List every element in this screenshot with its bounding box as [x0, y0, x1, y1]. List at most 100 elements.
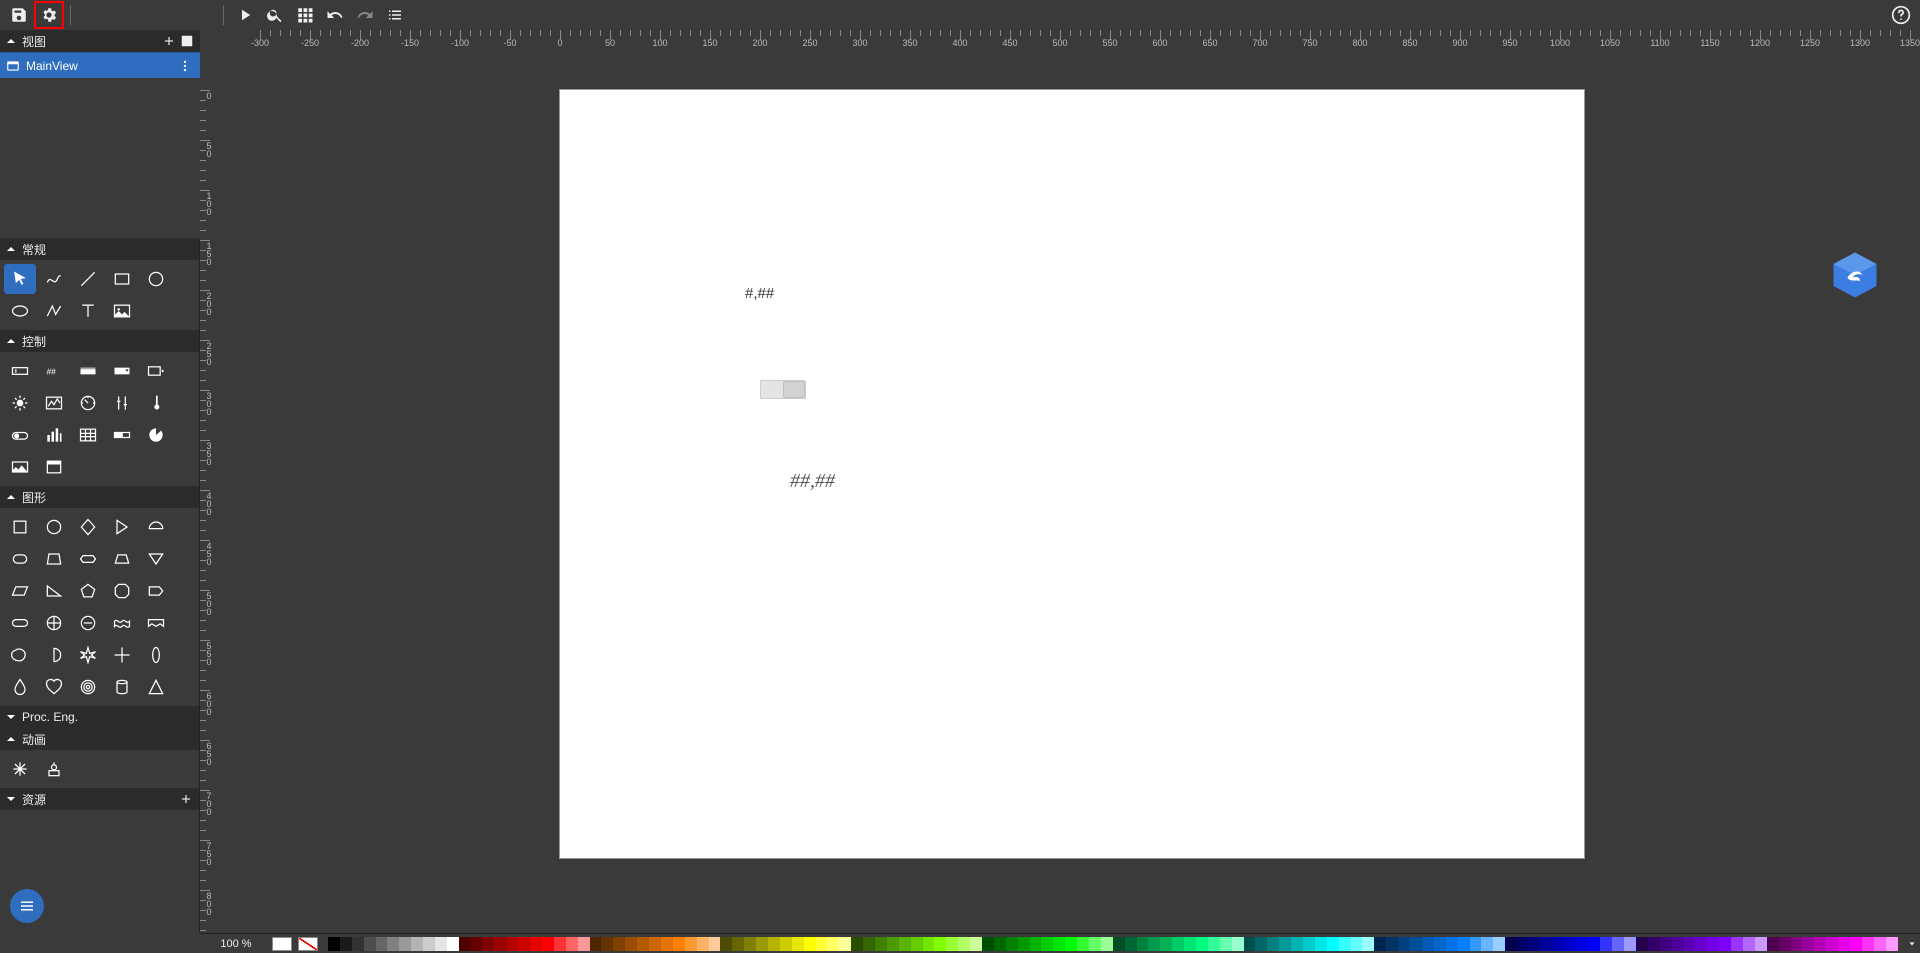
shape-crosshair[interactable]	[38, 608, 70, 638]
color-chip[interactable]	[1172, 937, 1184, 951]
color-chip[interactable]	[816, 937, 828, 951]
run-button[interactable]	[230, 1, 260, 29]
select-tool[interactable]	[140, 356, 172, 386]
color-chip[interactable]	[554, 937, 566, 951]
menu-fab[interactable]	[10, 889, 44, 923]
anim-burst[interactable]	[4, 754, 36, 784]
palette-expand-button[interactable]	[1904, 937, 1920, 951]
view-item-mainview[interactable]: MainView	[0, 52, 200, 78]
trend-tool[interactable]	[38, 388, 70, 418]
color-chip[interactable]	[1160, 937, 1172, 951]
color-chip[interactable]	[590, 937, 602, 951]
color-chip[interactable]	[1695, 937, 1707, 951]
section-general-header[interactable]: 常规	[0, 238, 199, 260]
media-tool[interactable]	[4, 452, 36, 482]
color-chip[interactable]	[1719, 937, 1731, 951]
color-chip[interactable]	[1065, 937, 1077, 951]
color-chip[interactable]	[1517, 937, 1529, 951]
rectangle-tool[interactable]	[106, 264, 138, 294]
dropdown-tool[interactable]	[106, 356, 138, 386]
section-resources-header[interactable]: 资源	[0, 788, 199, 810]
shape-pentagon[interactable]	[72, 576, 104, 606]
color-chip[interactable]	[578, 937, 590, 951]
color-chip[interactable]	[1458, 937, 1470, 951]
shape-circle[interactable]	[38, 512, 70, 542]
color-chip[interactable]	[720, 937, 732, 951]
color-chip[interactable]	[982, 937, 994, 951]
help-button[interactable]	[1886, 1, 1916, 29]
color-chip[interactable]	[1612, 937, 1624, 951]
color-chip[interactable]	[1232, 937, 1244, 951]
color-chip[interactable]	[1850, 937, 1862, 951]
color-chip[interactable]	[1137, 937, 1149, 951]
color-chip[interactable]	[661, 937, 673, 951]
input-tool[interactable]	[4, 356, 36, 386]
color-chip[interactable]	[1291, 937, 1303, 951]
color-chip[interactable]	[1006, 937, 1018, 951]
color-chip[interactable]	[1148, 937, 1160, 951]
color-chip[interactable]	[1874, 937, 1886, 951]
color-chip[interactable]	[459, 937, 471, 951]
button-tool[interactable]	[72, 356, 104, 386]
color-chip[interactable]	[1505, 937, 1517, 951]
undo-button[interactable]	[320, 1, 350, 29]
color-chip[interactable]	[1030, 937, 1042, 951]
color-chip[interactable]	[1018, 937, 1030, 951]
color-chip[interactable]	[1802, 937, 1814, 951]
color-chip[interactable]	[1446, 937, 1458, 951]
color-chip[interactable]	[1041, 937, 1053, 951]
number-tool[interactable]: ##	[38, 356, 70, 386]
barchart-tool[interactable]	[38, 420, 70, 450]
redo-button[interactable]	[350, 1, 380, 29]
color-chip[interactable]	[958, 937, 970, 951]
color-chip[interactable]	[352, 937, 364, 951]
view-menu-button[interactable]	[176, 57, 194, 75]
shape-hexagon-h[interactable]	[72, 544, 104, 574]
shape-octagon[interactable]	[106, 576, 138, 606]
settings-button[interactable]	[34, 1, 64, 29]
color-chip[interactable]	[1303, 937, 1315, 951]
line-tool[interactable]	[72, 264, 104, 294]
label-object-1[interactable]: #,##	[745, 285, 774, 302]
color-chip[interactable]	[911, 937, 923, 951]
shape-cylinder[interactable]	[106, 672, 138, 702]
shape-pie-slice[interactable]	[38, 640, 70, 670]
color-chip[interactable]	[399, 937, 411, 951]
color-chip[interactable]	[1565, 937, 1577, 951]
color-chip[interactable]	[1755, 937, 1767, 951]
color-chip[interactable]	[1838, 937, 1850, 951]
color-chip[interactable]	[887, 937, 899, 951]
shape-square[interactable]	[4, 512, 36, 542]
color-chip[interactable]	[1434, 937, 1446, 951]
color-chip[interactable]	[863, 937, 875, 951]
slider-tool[interactable]	[106, 388, 138, 418]
pie-tool[interactable]	[140, 420, 172, 450]
grid-button[interactable]	[290, 1, 320, 29]
color-chip[interactable]	[1374, 937, 1386, 951]
shape-triangle-up[interactable]	[140, 672, 172, 702]
color-chip[interactable]	[1660, 937, 1672, 951]
color-chip[interactable]	[1327, 937, 1339, 951]
shape-ribbon[interactable]	[140, 608, 172, 638]
color-chip[interactable]	[827, 937, 839, 951]
color-chip[interactable]	[709, 937, 721, 951]
color-chip[interactable]	[780, 937, 792, 951]
color-chip[interactable]	[756, 937, 768, 951]
color-chip[interactable]	[494, 937, 506, 951]
shape-trapezoid[interactable]	[38, 544, 70, 574]
color-chip[interactable]	[804, 937, 816, 951]
color-chip[interactable]	[364, 937, 376, 951]
shape-tag[interactable]	[140, 576, 172, 606]
color-chip[interactable]	[649, 937, 661, 951]
color-chip[interactable]	[934, 937, 946, 951]
color-chip[interactable]	[1398, 937, 1410, 951]
import-button[interactable]	[178, 32, 196, 50]
color-chip[interactable]	[387, 937, 399, 951]
color-chip[interactable]	[1684, 937, 1696, 951]
color-chip[interactable]	[1862, 937, 1874, 951]
color-chip[interactable]	[1541, 937, 1553, 951]
text-tool[interactable]	[72, 296, 104, 326]
color-chip[interactable]	[1255, 937, 1267, 951]
shape-star4[interactable]	[72, 640, 104, 670]
color-chip[interactable]	[1814, 937, 1826, 951]
